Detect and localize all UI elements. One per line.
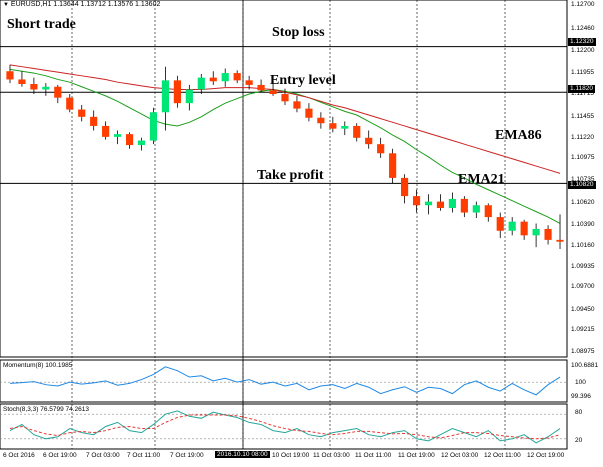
candle-body — [54, 86, 62, 98]
time-tick: 10 Oct 19:00 — [272, 452, 310, 459]
time-tick: 7 Oct 11:00 — [127, 452, 161, 459]
candle-body — [496, 217, 504, 231]
momentum-label: Momentum(8) 100.1985 — [3, 362, 73, 369]
triangle-down-icon[interactable]: ▼ — [3, 2, 9, 8]
candle-body — [30, 84, 38, 90]
candle-body — [125, 134, 134, 146]
price-tick: 1.08975 — [571, 348, 595, 355]
candle-body — [42, 86, 50, 90]
candle-body — [305, 108, 313, 118]
candle-body — [412, 196, 421, 206]
candle-body — [18, 79, 26, 85]
stochastic-tick-80: 80 — [575, 409, 583, 416]
candle-body — [556, 239, 564, 242]
candle-body — [532, 228, 540, 236]
time-tick: 12 Oct 11:00 — [484, 452, 521, 459]
candle-body — [365, 137, 373, 145]
candle — [173, 75, 181, 108]
chart-canvas[interactable] — [0, 0, 603, 467]
candle-body — [520, 221, 528, 236]
time-tick: 12 Oct 19:00 — [527, 452, 565, 459]
time-tick: 6 Oct 2016 — [3, 452, 35, 459]
candle-body — [377, 144, 385, 154]
candle-body — [436, 201, 445, 208]
candle-body — [66, 97, 74, 110]
candle-body — [137, 140, 146, 146]
momentum-tick-mid: 100 — [575, 379, 586, 386]
price-tick: 1.09215 — [571, 326, 595, 333]
time-tick: 11 Oct 11:00 — [355, 452, 392, 459]
candle-body — [185, 89, 193, 104]
symbol-info: EURUSD,H1 1.13644 1.13712 1.13576 1.1360… — [10, 1, 161, 8]
take-profit-price-tag: 1.10820 — [568, 181, 596, 189]
price-tick: 1.10390 — [571, 221, 595, 228]
candle-body — [149, 112, 158, 141]
candle-body — [173, 80, 181, 104]
ema86-label: EMA86 — [495, 128, 542, 143]
candle-body — [400, 177, 409, 197]
price-tick: 1.12460 — [571, 25, 595, 32]
candle-body — [281, 94, 289, 102]
candle-body — [293, 101, 301, 109]
time-tick: 7 Oct 19:00 — [170, 452, 204, 459]
candle-body — [460, 198, 468, 213]
stochastic-label: Stoch(8,3,3) 76.5799 74.2613 — [3, 406, 90, 413]
time-tick-highlighted: 2016.10.10 08:00 — [215, 451, 270, 458]
candle-body — [209, 77, 217, 82]
stop-loss-label: Stop loss — [272, 25, 325, 40]
candle-body — [245, 80, 253, 85]
price-tick: 1.10975 — [571, 154, 595, 161]
candle-body — [341, 125, 349, 129]
price-tick: 1.11955 — [571, 69, 595, 76]
candle-body — [257, 84, 265, 91]
symbol-header: ▼ EURUSD,H1 1.13644 1.13712 1.13576 1.13… — [3, 1, 160, 8]
entry-price-tag: 1.11820 — [568, 85, 596, 93]
momentum-tick-high: 100.6881 — [571, 362, 599, 369]
candle-body — [329, 123, 337, 129]
candle-body — [424, 201, 433, 206]
price-tick: 1.11220 — [571, 134, 595, 141]
candle-body — [448, 198, 456, 208]
stop-loss-price-tag: 1.12320 — [568, 38, 596, 46]
candle-body — [102, 125, 110, 137]
candle-body — [197, 77, 205, 90]
candle-body — [317, 117, 325, 124]
candle-body — [472, 205, 480, 213]
entry-level-label: Entry level — [270, 73, 336, 88]
price-tick: 1.10620 — [571, 199, 595, 206]
price-tick: 1.09450 — [571, 306, 595, 313]
ema21-label: EMA21 — [458, 172, 505, 187]
candle — [149, 107, 158, 145]
candle-body — [90, 116, 98, 126]
candle-body — [78, 109, 86, 117]
candle-body — [233, 73, 241, 81]
time-tick: 6 Oct 19:00 — [43, 452, 77, 459]
candle-body — [221, 73, 229, 82]
time-tick: 12 Oct 03:00 — [441, 452, 479, 459]
candle-body — [544, 228, 552, 240]
short-trade-label: Short trade — [7, 17, 76, 32]
price-tick: 1.12200 — [571, 47, 595, 54]
price-tick: 1.11455 — [571, 113, 595, 120]
stochastic-tick-20: 20 — [575, 437, 583, 444]
candle-body — [508, 221, 516, 231]
candle-body — [269, 90, 277, 95]
take-profit-label: Take profit — [257, 168, 324, 183]
time-tick: 11 Oct 03:00 — [313, 452, 350, 459]
candle-body — [484, 205, 492, 218]
time-tick: 7 Oct 03:00 — [86, 452, 120, 459]
candle-body — [389, 153, 397, 178]
candle-body — [161, 80, 170, 113]
time-tick: 11 Oct 19:00 — [398, 452, 435, 459]
candle-body — [6, 71, 14, 80]
price-tick: 1.09700 — [571, 283, 595, 290]
momentum-panel — [0, 359, 568, 403]
price-tick: 1.09935 — [571, 263, 595, 270]
price-tick: 1.12700 — [571, 1, 595, 8]
candle-body — [353, 125, 361, 138]
momentum-tick-low: 99.396 — [571, 393, 591, 400]
price-tick: 1.10160 — [571, 242, 595, 249]
candle-body — [114, 134, 122, 137]
